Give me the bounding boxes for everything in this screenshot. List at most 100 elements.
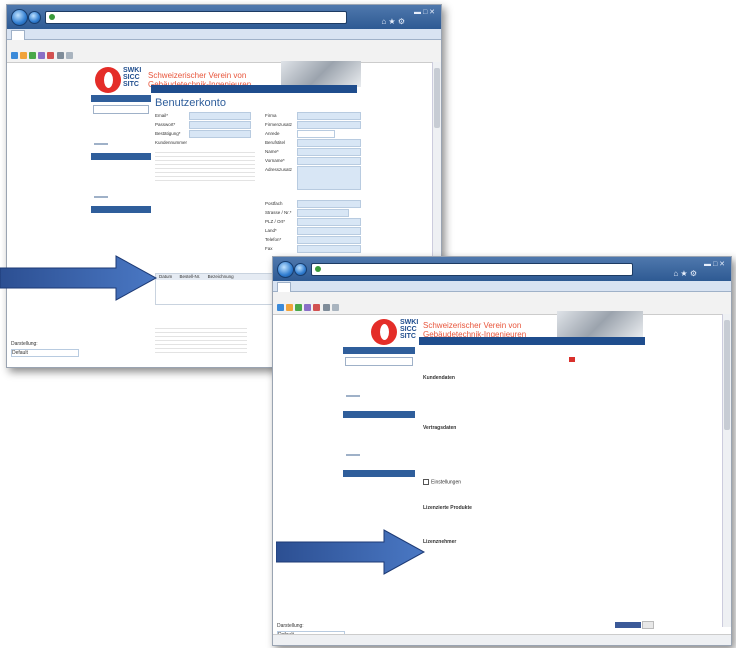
command-bar: [273, 302, 731, 315]
checkbox-icon[interactable]: [423, 479, 429, 485]
vorname-field[interactable]: [297, 157, 361, 165]
berufstitel-field[interactable]: [297, 139, 361, 147]
web-slice-icon[interactable]: [38, 52, 45, 59]
style-select[interactable]: Default: [11, 349, 79, 357]
scrollbar-thumb[interactable]: [434, 68, 440, 128]
search-button[interactable]: [346, 395, 360, 397]
favorites-add-icon[interactable]: [277, 304, 284, 311]
menu-bar: [273, 292, 731, 302]
tab-benutzerkonto[interactable]: [11, 30, 25, 40]
nav-downloads[interactable]: Downloads: [419, 345, 456, 353]
web-slice-icon[interactable]: [304, 304, 311, 311]
lang-de[interactable]: de: [611, 345, 627, 353]
postfach-field[interactable]: [297, 200, 361, 208]
mail-icon[interactable]: [57, 52, 64, 59]
anrede-select[interactable]: [297, 130, 335, 138]
toolbar-icons: ⌂ ★ ⚙: [673, 269, 697, 278]
favorites-add-icon[interactable]: [11, 52, 18, 59]
banner-image: [281, 61, 361, 87]
firmenzusatz-field[interactable]: [297, 121, 361, 129]
label-strasse: Strasse / Nr.*: [265, 210, 292, 215]
mail-icon[interactable]: [323, 304, 330, 311]
favorites-icon[interactable]: ★: [680, 269, 687, 278]
refresh-icon[interactable]: [29, 52, 36, 59]
fax-field[interactable]: [297, 245, 361, 253]
feed-icon[interactable]: [20, 52, 27, 59]
window-controls[interactable]: ▬ □ ✕: [704, 260, 725, 268]
cart-text: [343, 477, 415, 481]
minimize-icon[interactable]: ▬: [414, 9, 421, 16]
home-icon[interactable]: ⌂: [673, 269, 678, 278]
refresh-icon[interactable]: [295, 304, 302, 311]
lang-fr[interactable]: fr: [627, 345, 641, 353]
logout-button[interactable]: [346, 454, 360, 456]
gear-icon[interactable]: ⚙: [398, 17, 405, 26]
strasse-field[interactable]: [297, 209, 349, 217]
einstellungen-toggle[interactable]: Einstellungen: [423, 479, 461, 485]
tab-lizenzvertrag[interactable]: [277, 282, 291, 292]
lang-de[interactable]: de: [329, 93, 345, 101]
vertragsdaten-header: Vertragsdaten: [423, 425, 457, 431]
pdf-icon: [569, 357, 575, 362]
name-field[interactable]: [297, 148, 361, 156]
stop-icon[interactable]: [313, 304, 320, 311]
land-select[interactable]: [297, 227, 361, 235]
search-input[interactable]: [345, 357, 413, 366]
address-bar[interactable]: [311, 263, 633, 276]
favorites-icon[interactable]: ★: [388, 17, 395, 26]
address-bar[interactable]: [45, 11, 347, 24]
adresszusatz-field[interactable]: [297, 166, 361, 190]
print-icon[interactable]: [66, 52, 73, 59]
password-field[interactable]: [189, 121, 251, 129]
password-confirm-field[interactable]: [189, 130, 251, 138]
sidebar-search-header: [91, 95, 151, 102]
back-icon[interactable]: [11, 9, 28, 26]
search-options[interactable]: [91, 117, 151, 139]
logo-abbr-sicc: SICC: [400, 326, 417, 333]
forward-icon[interactable]: [28, 11, 41, 24]
org-name-line1: Schweizerischer Verein von: [148, 71, 247, 80]
einstellungen-label: Einstellungen: [431, 479, 462, 486]
logo-abbr: SWKI SICC SITC: [400, 319, 418, 340]
social-bar[interactable]: [615, 621, 655, 629]
nav-swki-webseite[interactable]: SWKI Webseite: [456, 345, 502, 353]
forward-icon[interactable]: [294, 263, 307, 276]
feed-icon[interactable]: [286, 304, 293, 311]
col-bestell: Bestell-Nr.: [179, 274, 201, 279]
swki-logo[interactable]: [95, 67, 121, 93]
swki-logo[interactable]: [371, 319, 397, 345]
home-icon[interactable]: ⌂: [381, 17, 386, 26]
close-icon[interactable]: ✕: [429, 9, 435, 16]
email-field[interactable]: [189, 112, 251, 120]
table-row[interactable]: [156, 280, 290, 282]
minimize-icon[interactable]: ▬: [704, 261, 711, 268]
label-berufstitel: Berufstitel: [265, 140, 286, 145]
nav-kontakt[interactable]: Kontakt: [502, 345, 531, 353]
gplus-icon[interactable]: [642, 621, 655, 629]
label-firmenzusatz: Firmenzusatz: [265, 122, 293, 127]
scrollbar[interactable]: [722, 314, 731, 627]
nav-kontakt[interactable]: Kontakt: [234, 93, 263, 101]
produkte-header: Lizenzierte Produkte: [423, 505, 472, 511]
gear-icon[interactable]: ⚙: [690, 269, 697, 278]
search-button[interactable]: [94, 143, 108, 145]
firma-field[interactable]: [297, 112, 361, 120]
search-options[interactable]: [343, 369, 415, 391]
logout-button[interactable]: [94, 196, 108, 198]
stop-icon[interactable]: [47, 52, 54, 59]
label-kundennummer: Kundennummer: [155, 140, 188, 145]
scrollbar-thumb[interactable]: [724, 320, 730, 430]
col-bezeichnung: Bezeichnung: [207, 274, 234, 279]
pdf-link[interactable]: [569, 357, 577, 364]
search-input[interactable]: [93, 105, 149, 114]
back-icon[interactable]: [277, 261, 294, 278]
maximize-icon[interactable]: □: [423, 9, 427, 16]
maximize-icon[interactable]: □: [713, 261, 717, 268]
close-icon[interactable]: ✕: [719, 261, 725, 268]
facebook-like-icon[interactable]: [615, 622, 641, 628]
telefon-field[interactable]: [297, 236, 361, 244]
window-controls[interactable]: ▬ □ ✕: [414, 8, 435, 16]
print-icon[interactable]: [332, 304, 339, 311]
secure-icon: [315, 266, 321, 272]
plz-ort-field[interactable]: [297, 218, 361, 226]
